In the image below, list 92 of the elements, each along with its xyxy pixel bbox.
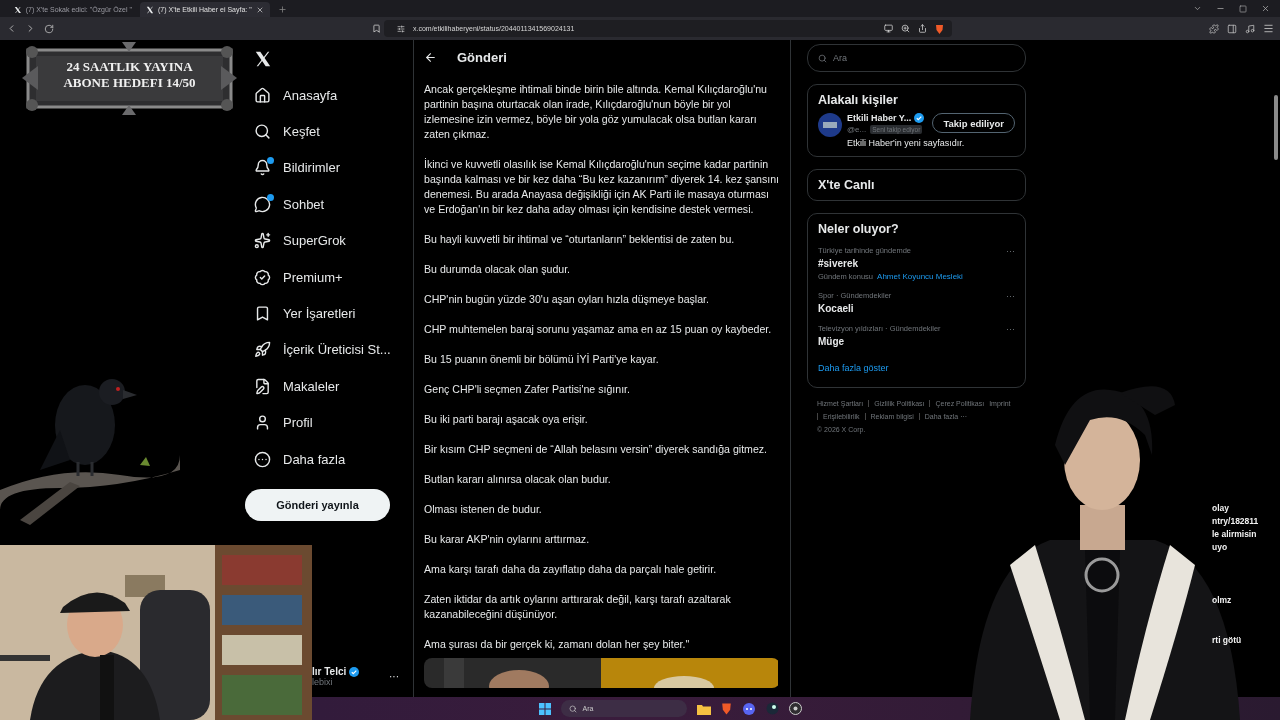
search-field[interactable]: Ara [807,44,1026,72]
nav-item[interactable]: Anasayfa [245,77,405,114]
post-paragraph: Bu hayli kuvvetli bir ihtimal ve “oturtanların” beklentisi de zaten bu. [424,232,736,247]
document-edit-icon [254,377,271,395]
chat-line: rti götü [1212,634,1243,647]
post-paragraph: Bu iki parti barajı aşacak oya erişir. [424,412,589,427]
trend-title[interactable]: #siverek [818,258,963,269]
trend-title[interactable]: Müge [818,336,941,347]
site-settings-icon[interactable] [397,24,405,33]
sidebar-icon[interactable] [1227,23,1237,34]
music-icon[interactable] [1245,23,1255,34]
x-logo-icon[interactable] [254,49,272,68]
more-icon[interactable]: ··· [389,671,399,682]
post-paragraph: Ancak gerçekleşme ihtimali binde birin bile altında. Kemal Kılıçdaroğlu'nu partinin başına oturtacak olan irade, Kılıçdaroğlu'nun böyle bir yol izlemesine izin vermez, böyle bir yola göz yumulacak olsa butlan kararı zaten çıkmaz. [424,82,768,142]
account-name: lır Telci [312,666,347,677]
post-paragraph: Bu 15 puanın önemli bir bölümü İYİ Parti'ye kayar. [424,352,660,367]
post-paragraph: Bu durumda olacak olan şudur. [424,262,572,277]
post-paragraph: Olması istenen de budur. [424,502,543,517]
nav-item[interactable]: Sohbet [245,186,405,223]
search-icon [818,53,827,63]
share-icon[interactable] [918,24,927,33]
x-logo-icon[interactable] [14,5,22,14]
close-icon[interactable] [255,5,264,14]
person-icon [254,414,271,432]
person-handle: @e... [847,125,867,134]
show-more-link[interactable]: Daha fazla göster [818,363,1015,373]
chat-line: olay [1212,502,1230,515]
search-icon [568,704,577,713]
post-paragraph: CHP muhtemelen baraj sorunu yaşamaz ama en az 15 puan oy kaybeder. [424,322,773,337]
post-paragraph: Zaten iktidar da artık oylarını arttırarak değil, karşı tarafı azaltarak kazanabileceğini düşünüyor. [424,592,732,622]
nav-item[interactable]: Keşfet [245,113,405,150]
nav-item[interactable]: İçerik Üreticisi St... [245,331,405,369]
post-paragraph: Bu karar AKP'nin oylarını arttırmaz. [424,532,591,547]
badge-icon [254,268,271,286]
post-paragraph: Ama karşı tarafı daha da zayıflatıp daha da parçalı hale getirir. [424,562,718,577]
nav-item[interactable]: Premium+ [245,258,405,296]
sparkle-icon [254,232,271,250]
back-arrow-icon[interactable] [424,50,437,64]
goal-banner-text: ABONE HEDEFI 14/50 [62,75,197,91]
chevron-down-icon[interactable] [1193,4,1202,13]
record-icon[interactable] [788,702,802,715]
shield-icon[interactable] [935,23,944,34]
more-icon[interactable]: ··· [1006,324,1015,334]
card-title: Neler oluyor? [818,222,900,236]
new-tab-icon[interactable] [278,5,287,14]
rocket-icon [254,341,271,359]
more-icon[interactable]: ··· [1006,291,1015,301]
post-paragraph: Genç CHP'li seçmen Zafer Partisi'ne sığınır. [424,382,631,397]
shield-icon[interactable] [720,702,732,715]
home-icon [254,86,271,104]
folder-icon[interactable] [696,702,711,715]
account-handle: lebixi [312,677,334,687]
bookmark-icon [254,305,271,323]
bookmark-icon[interactable] [372,24,381,33]
chat-line: olmz [1212,594,1233,607]
nav-item[interactable]: SuperGrok [245,222,405,259]
zoom-icon[interactable] [901,24,910,33]
post-button[interactable]: Gönderi yayınla [245,489,390,522]
nav-item[interactable]: Bildirimler [245,149,405,187]
post-paragraph: Butlan kararı alınırsa olacak olan budur. [424,472,612,487]
chat-line: le alirmisin [1212,528,1258,541]
chat-line: ntry/182811 [1212,515,1259,528]
chat-line: uyo [1212,541,1229,554]
person-name[interactable]: Etkili Haber Y... [847,113,912,123]
search-icon [254,123,271,141]
topic-link[interactable]: Ahmet Koyuncu Mesleki [877,272,963,281]
screen-icon[interactable] [884,24,893,33]
card-title: Alakalı kişiler [818,93,899,107]
close-icon[interactable] [1261,4,1270,13]
more-icon[interactable]: ··· [1006,246,1015,256]
post-paragraph: Ama şurası da bir gerçek ki, zamanı dolan her şey biter." [424,637,691,652]
x-logo-icon[interactable] [146,5,154,14]
nav-item[interactable]: Profil [245,404,405,441]
more-icon [254,450,271,468]
goal-banner-text: 24 SAATLIK YAYINA [65,59,194,75]
card-title: X'te Canlı [818,178,876,192]
post-paragraph: Bir kısım CHP seçmeni de “Allah belasını versin” diyerek sandığa gitmez. [424,442,769,457]
maximize-icon[interactable] [1239,4,1247,13]
nav-item[interactable]: Yer İşaretleri [245,295,405,332]
trend-title[interactable]: Kocaeli [818,303,892,314]
post-paragraph: İkinci ve kuvvetli olasılık ise Kemal Kılıçdaroğlu'nun seçime kadar partinin başında kalması ve bir kez daha “Bu kez kazanırım” diyerek 14. kez şansını denemesi. Bu arada Anayasa değişikliği için AK Parti ile masaya oturması ve Erdoğan'ın bir kez daha aday olması için kendisine destek vermesi. [424,157,780,217]
scrollbar[interactable] [1274,95,1278,160]
avatar-icon[interactable] [818,113,842,137]
nav-item[interactable]: Daha fazla [245,440,405,478]
nav-item[interactable]: Makaleler [245,368,405,405]
page-title: Gönderi [457,49,507,65]
reload-icon[interactable] [44,23,54,34]
post-paragraph: CHP'nin bugün yüzde 30'u aşan oyları hızla düşmeye başlar. [424,292,710,307]
person-bio: Etkili Haber'in yeni sayfasıdır. [847,138,966,148]
start-icon[interactable] [538,702,551,715]
menu-icon[interactable] [1263,23,1274,34]
extensions-icon[interactable] [1209,23,1219,34]
